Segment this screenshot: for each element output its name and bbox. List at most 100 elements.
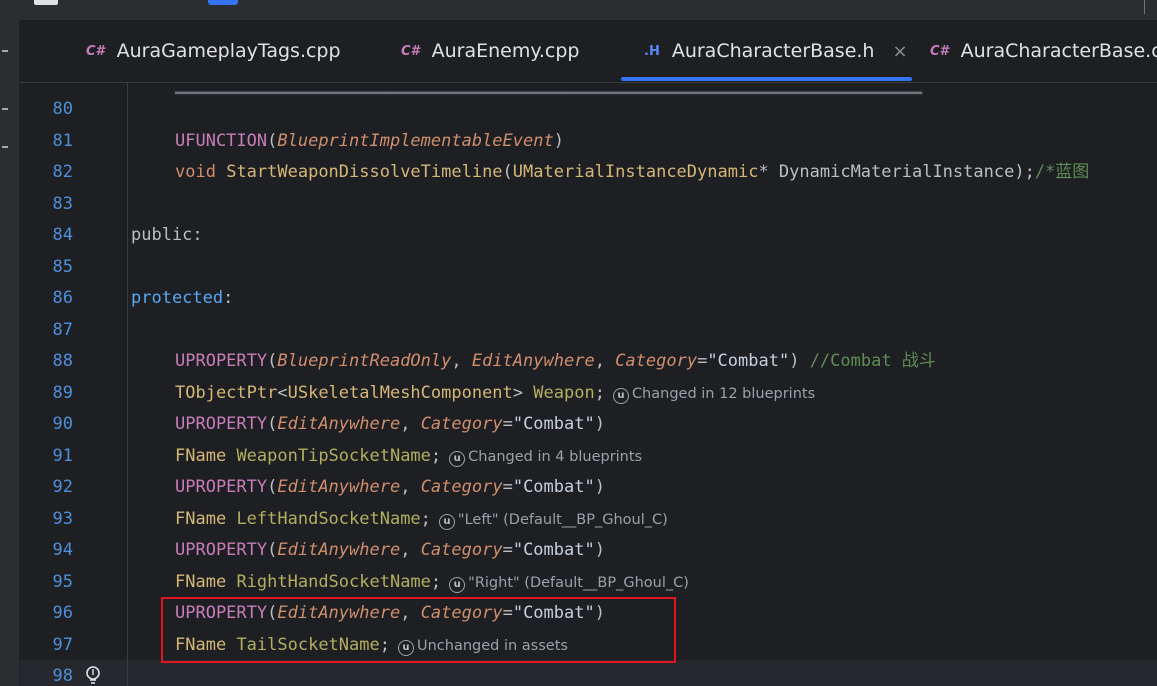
type-token: FName bbox=[175, 509, 227, 529]
line-number: 96 bbox=[52, 603, 73, 623]
toolbar-separator bbox=[1144, 0, 1145, 14]
code-line-93: 93 FName LeftHandSocketName; u "Left" (Def… bbox=[20, 504, 1157, 535]
tab-label: AuraCharacterBase.h bbox=[671, 40, 875, 62]
blueprint-usage-hint[interactable]: u Changed in 12 blueprints bbox=[612, 386, 816, 404]
type-token: FName bbox=[175, 572, 227, 592]
string-token: "Combat" bbox=[707, 351, 790, 371]
line-number: 97 bbox=[52, 635, 73, 655]
type-token: FName bbox=[175, 446, 227, 466]
specifier-token: Category bbox=[420, 477, 503, 497]
lightbulb-icon[interactable] bbox=[84, 665, 102, 685]
function-name: StartWeaponDissolveTimeline bbox=[226, 162, 503, 182]
string-token: "Combat" bbox=[512, 477, 595, 497]
unreal-icon: u bbox=[438, 514, 455, 530]
specifier-token: Category bbox=[615, 351, 698, 371]
tool-marker-icon[interactable] bbox=[2, 50, 8, 52]
code-line-91: 91 FName WeaponTipSocketName; u Changed in… bbox=[20, 441, 1157, 472]
code-line-80: 80 bbox=[20, 94, 1157, 125]
close-tab-icon[interactable]: × bbox=[892, 41, 907, 62]
code-text: FName RightHandSocketName; u "Right" (Defa… bbox=[175, 572, 689, 593]
code-text: UPROPERTY(EditAnywhere, Category="Combat… bbox=[175, 477, 605, 497]
tab-auracharacterbase-cpp[interactable]: C# AuraCharacterBase.cpp bbox=[930, 20, 1157, 82]
code-text: UPROPERTY(BlueprintReadOnly, EditAnywher… bbox=[175, 351, 936, 371]
line-number: 85 bbox=[52, 257, 73, 277]
hint-text: Changed in 4 blueprints bbox=[468, 449, 643, 465]
line-number: 88 bbox=[52, 351, 73, 371]
line-number: 87 bbox=[52, 320, 73, 340]
line-number: 92 bbox=[52, 477, 73, 497]
code-editor[interactable]: ▁▁▁▁▁▁▁▁▁▁▁▁▁▁▁▁▁▁▁▁▁▁▁▁▁▁▁▁▁▁▁▁▁▁▁▁▁▁▁▁… bbox=[20, 83, 1157, 686]
line-number: 94 bbox=[52, 540, 73, 560]
specifier-token: EditAnywhere bbox=[277, 477, 401, 497]
tool-marker-icon[interactable] bbox=[2, 108, 8, 110]
code-text: FName WeaponTipSocketName; u Changed in 4 … bbox=[175, 446, 643, 467]
comment-token: /*蓝图 bbox=[1034, 162, 1090, 182]
keyword-token: void bbox=[175, 162, 216, 182]
string-token: "Combat" bbox=[512, 540, 595, 560]
access-specifier: protected bbox=[131, 288, 224, 308]
code-line-83: 83 bbox=[20, 189, 1157, 220]
code-text: void StartWeaponDissolveTimeline(UMateri… bbox=[175, 162, 1090, 182]
code-line-88: 88 UPROPERTY(BlueprintReadOnly, EditAnyw… bbox=[20, 346, 1157, 377]
line-number: 81 bbox=[52, 131, 73, 151]
code-line-85: 85 bbox=[20, 252, 1157, 283]
header-file-icon: .H bbox=[644, 43, 660, 59]
unreal-icon: u bbox=[612, 388, 629, 404]
line-number: 89 bbox=[52, 383, 73, 403]
code-text: UPROPERTY(EditAnywhere, Category="Combat… bbox=[175, 414, 605, 434]
specifier-token: Category bbox=[420, 414, 503, 434]
code-line-84: 84 public: bbox=[20, 220, 1157, 251]
code-line-90: 90 UPROPERTY(EditAnywhere, Category="Com… bbox=[20, 409, 1157, 440]
code-text: FName LeftHandSocketName; u "Left" (Defaul… bbox=[175, 509, 668, 530]
tab-auracharacterbase-h[interactable]: .H AuraCharacterBase.h × bbox=[621, 20, 912, 82]
unreal-icon: u bbox=[449, 451, 466, 467]
code-line-98: 98 bbox=[20, 661, 1157, 686]
variable-token: RightHandSocketName bbox=[236, 572, 431, 592]
variable-token: LeftHandSocketName bbox=[236, 509, 421, 529]
tab-label: AuraGameplayTags.cpp bbox=[116, 40, 341, 62]
blueprint-value-hint[interactable]: u "Right" (Default__BP_Ghoul_C) bbox=[449, 575, 689, 593]
code-line-94: 94 UPROPERTY(EditAnywhere, Category="Com… bbox=[20, 535, 1157, 566]
code-line-81: 81 UFUNCTION(BlueprintImplementableEvent… bbox=[20, 126, 1157, 157]
specifier-token: EditAnywhere bbox=[277, 540, 401, 560]
code-line-95: 95 FName RightHandSocketName; u "Right" (D… bbox=[20, 567, 1157, 598]
specifier-token: EditAnywhere bbox=[471, 351, 595, 371]
specifier-token: EditAnywhere bbox=[277, 414, 401, 434]
line-number: 98 bbox=[52, 666, 73, 686]
tab-label: AuraEnemy.cpp bbox=[431, 40, 580, 62]
macro-token: UPROPERTY bbox=[175, 414, 268, 434]
project-badge-icon[interactable] bbox=[208, 0, 238, 5]
blueprint-value-hint[interactable]: u "Left" (Default__BP_Ghoul_C) bbox=[438, 512, 668, 530]
type-token: USkeletalMeshComponent bbox=[287, 383, 513, 403]
code-line-82: 82 void StartWeaponDissolveTimeline(UMat… bbox=[20, 157, 1157, 188]
specifier-token: Category bbox=[420, 540, 503, 560]
string-token: "Combat" bbox=[512, 414, 595, 434]
cpp-file-icon: C# bbox=[930, 43, 949, 59]
type-token: UMaterialInstanceDynamic bbox=[512, 162, 759, 182]
code-line-87: 87 bbox=[20, 315, 1157, 346]
active-tab-indicator bbox=[621, 77, 912, 81]
macro-token: UPROPERTY bbox=[175, 540, 268, 560]
hint-text: Changed in 12 blueprints bbox=[631, 386, 816, 402]
blueprint-usage-hint[interactable]: u Changed in 4 blueprints bbox=[449, 449, 643, 467]
code-text: UPROPERTY(EditAnywhere, Category="Combat… bbox=[175, 540, 605, 560]
left-tool-strip bbox=[0, 20, 20, 686]
variable-token: Weapon bbox=[533, 383, 595, 403]
tab-auraenemy-cpp[interactable]: C# AuraEnemy.cpp bbox=[401, 20, 579, 82]
line-number: 90 bbox=[52, 414, 73, 434]
code-text: UFUNCTION(BlueprintImplementableEvent) bbox=[175, 131, 564, 151]
variable-token: WeaponTipSocketName bbox=[236, 446, 431, 466]
code-text: TObjectPtr<USkeletalMeshComponent> Weapo… bbox=[175, 383, 816, 404]
macro-token: UPROPERTY bbox=[175, 351, 268, 371]
line-number: 95 bbox=[52, 572, 73, 592]
line-number: 83 bbox=[52, 194, 73, 214]
tool-marker-icon[interactable] bbox=[2, 146, 8, 148]
line-number: 86 bbox=[52, 288, 73, 308]
code-line-92: 92 UPROPERTY(EditAnywhere, Category="Com… bbox=[20, 472, 1157, 503]
tab-label: AuraCharacterBase.cpp bbox=[960, 40, 1157, 62]
line-number: 91 bbox=[52, 446, 73, 466]
tab-auragameplaytags-cpp[interactable]: C# AuraGameplayTags.cpp bbox=[86, 20, 341, 82]
macro-token: UFUNCTION bbox=[175, 131, 268, 151]
type-token: TObjectPtr bbox=[175, 383, 278, 403]
menu-icon[interactable] bbox=[34, 0, 58, 5]
